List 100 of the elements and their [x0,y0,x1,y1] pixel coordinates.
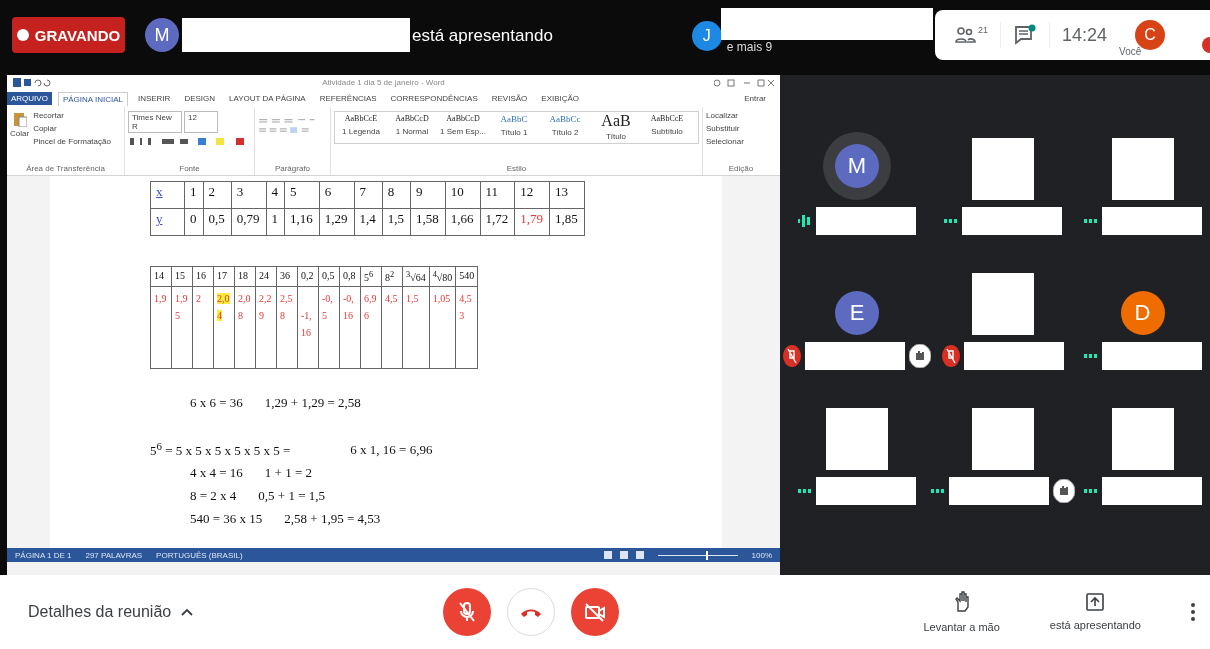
table-cell: 4,53 [455,286,478,369]
table-cell: 1 [184,181,203,209]
style-option[interactable]: AaBbCcE 1 Legenda [337,114,385,141]
ribbon-tab[interactable]: REVISÃO [487,92,532,105]
presenter-status: está apresentando [412,26,553,46]
ribbon-tab[interactable]: CORRESPONDÊNCIAS [386,92,482,105]
size-field[interactable]: 12 [184,111,218,133]
quick-access-icon [13,78,53,87]
ribbon-command[interactable]: Substituir [706,124,776,133]
style-option[interactable]: AaBbCc Título 2 [541,114,589,141]
table-cell: 7 [354,181,383,209]
page-count: PÁGINA 1 DE 1 [15,550,72,560]
table-cell: 24 [255,266,277,287]
table-cell: 5$^{6}$ [360,266,382,287]
table-cell: y [150,208,185,236]
ribbon-tab[interactable]: DESIGN [180,92,220,105]
style-option[interactable]: AaBbCcE Subtítulo [643,114,691,141]
ribbon-tab[interactable]: INSERIR [133,92,175,105]
table-cell: 0 [184,208,203,236]
equation-text: 0,5 + 1 = 1,5 [258,487,325,504]
view-icons-drawing [603,551,644,559]
table-cell: 2,58 [276,286,298,369]
table-cell: 1,5 [382,208,411,236]
ribbon-tab[interactable]: EXIBIÇÃO [537,92,584,105]
table-cell: 1,16 [284,208,320,236]
clipboard-icon [12,111,27,127]
style-option[interactable]: AaB Título [592,114,640,141]
avatar: D [1120,291,1165,335]
style-option[interactable]: AaBbCcD 1 Normal [388,114,436,141]
redaction-block [972,273,1034,335]
zoom-level: 100% [751,550,772,560]
ribbon-tab[interactable]: REFERÊNCIAS [315,92,381,105]
table-cell: 3 [231,181,266,209]
microphone-button[interactable] [442,588,491,636]
table-cell: 9 [410,181,446,209]
people-button[interactable]: 21 [955,25,988,45]
equation-text: 1 + 1 = 2 [264,464,312,481]
table-cell: 36 [276,266,298,287]
present-icon [1086,593,1105,611]
table-cell: 0,5 [203,208,232,236]
avatar: E [835,291,879,335]
ribbon-command[interactable]: Recortar [33,111,111,120]
font-field[interactable]: Times New R [128,111,182,133]
presenting-button[interactable]: está apresentando [1049,593,1141,631]
chat-icon [1013,24,1037,46]
equation-text: 2,58 + 1,95 = 4,53 [284,510,381,527]
language-label: PORTUGUÊS (BRASIL) [156,550,243,560]
sign-in-link[interactable]: Entrar [744,94,766,103]
equation-text: 6 x 6 = 36 [190,394,243,411]
hang-up-button[interactable] [506,588,555,636]
redaction-block [826,408,888,470]
redaction-block [1111,138,1174,200]
paste-button[interactable]: Colar [10,111,30,146]
window-controls-icon [714,78,774,87]
group-label: Estilo [505,164,528,173]
clock-time: 14:24 [1062,24,1108,46]
table-cell: x [150,181,185,209]
redaction-block [972,408,1034,470]
word-count: 297 PALAVRAS [85,550,143,560]
equation-text: 6 x 1, 16 = 6,96 [350,441,433,458]
table-cell: 2,08 [234,286,256,369]
equation-text: 5$^{6}$ = 5 x 5 x 5 x 5 x 5 x 5 = [150,440,291,460]
table-cell: 16 [192,266,214,287]
ribbon-tab[interactable]: ARQUIVO [7,92,52,105]
table-cell: 8 [382,181,411,209]
table-cell: 1,5 [402,286,430,369]
chat-button[interactable] [1013,24,1037,46]
style-option[interactable]: AaBbC Título 1 [490,114,538,141]
table-cell: 4,5 [381,286,403,369]
more-options-icon[interactable] [1191,603,1195,621]
table-cell: 1,4 [354,208,383,236]
ribbon-command[interactable]: Copiar [33,124,111,133]
style-option[interactable]: AaBbCcD 1 Sem Esp... [439,114,487,141]
camera-button[interactable] [570,588,619,636]
table-cell: 2 [203,181,232,209]
participant-count: 21 [978,25,988,35]
table-cell: 1,66 [445,208,480,236]
hand-icon [953,591,970,613]
table-cell: $^{4}$√80 [429,266,456,287]
table-cell: 5 [284,181,320,209]
table-cell: 10 [445,181,480,209]
table-cell: 1,29 [319,208,354,236]
table-cell: -1,16 [297,286,319,369]
ribbon-tab[interactable]: PÁGINA INICIAL [57,91,128,106]
table-cell: 540 [455,266,478,287]
ribbon-command[interactable]: Localizar [706,111,776,120]
group-label: Fonte [178,164,201,173]
ribbon-command[interactable]: Pincel de Formatação [33,137,111,146]
raise-hand-button[interactable]: Levantar a mão [923,591,1000,633]
table-cell: 4 [266,181,285,209]
equation-text: 8 = 2 x 4 [190,487,237,504]
mic-off-icon [456,601,477,623]
avatar: J [691,21,722,51]
table-cell: 1,85 [549,208,585,236]
table-cell: 1 [266,208,285,236]
meeting-details-button[interactable]: Detalhes da reunião [28,603,328,621]
group-label: Área de Transferência [25,164,106,173]
ribbon-command[interactable]: Selecionar [706,137,776,146]
table-cell: 6 [319,181,354,209]
ribbon-tab[interactable]: LAYOUT DA PÁGINA [225,92,310,105]
